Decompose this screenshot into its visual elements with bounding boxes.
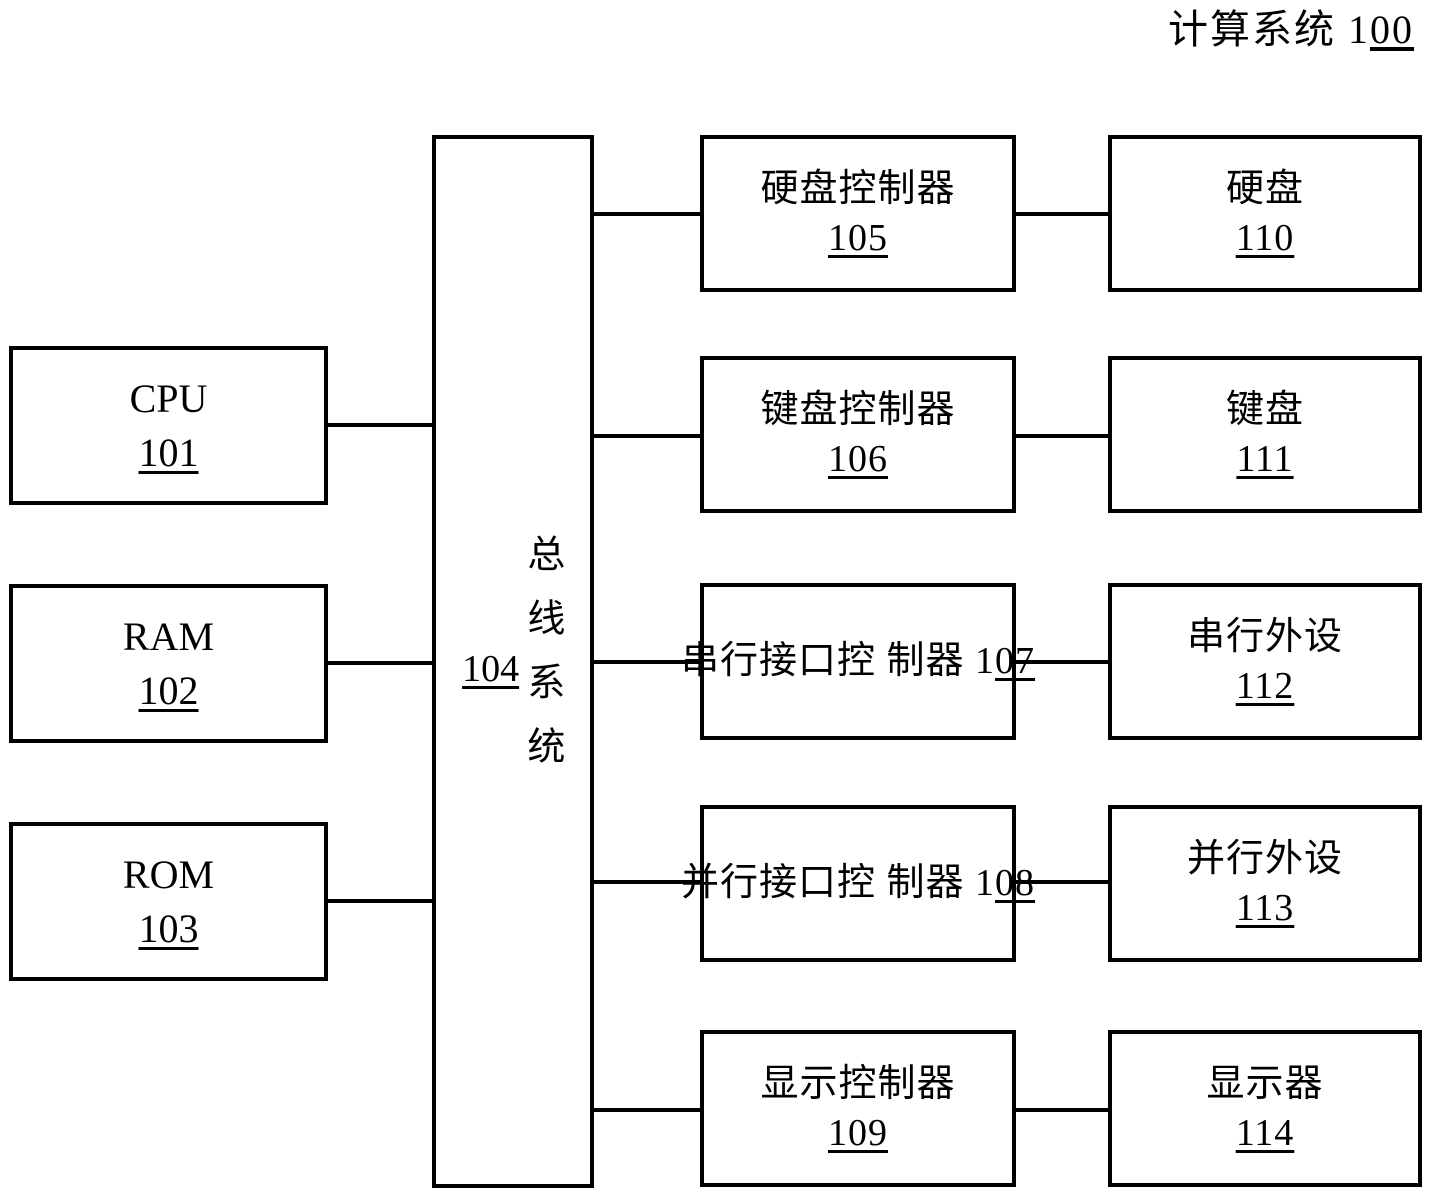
device-label-serial: 串行外设 — [1186, 615, 1343, 658]
cpu-label: CPU — [129, 376, 208, 422]
controller-label-parallel: 并行接口控 制器 108 — [681, 861, 1035, 906]
figure-canvas: 计算系统 100 CPU 101 RAM 102 ROM 103 总线系统 10… — [0, 0, 1432, 1200]
connector-controller-5-to-device-5 — [1014, 1108, 1110, 1112]
connector-rom-to-bus — [326, 899, 436, 903]
device-box-parallel: 并行外设 113 — [1108, 805, 1422, 962]
controller-label-serial: 串行接口控 制器 107 — [681, 639, 1035, 684]
figure-title-text: 计算系统 — [1168, 7, 1348, 52]
cpu-box: CPU 101 — [9, 346, 328, 505]
controller-label-keyboard: 键盘控制器 — [760, 388, 956, 431]
device-id-keyboard: 111 — [1236, 437, 1294, 480]
ram-box: RAM 102 — [9, 584, 328, 743]
controller-label-hard-disk: 硬盘控制器 — [760, 167, 956, 210]
device-id-hard-disk: 110 — [1235, 216, 1295, 259]
rom-label: ROM — [122, 852, 215, 898]
controller-id-display: 109 — [828, 1111, 888, 1154]
bus-system-label: 总线系统 — [520, 533, 563, 790]
device-label-keyboard: 键盘 — [1225, 388, 1304, 431]
device-box-keyboard: 键盘 111 — [1108, 356, 1422, 513]
connector-bus-to-controller-5 — [592, 1108, 702, 1112]
bus-system-id: 104 — [462, 648, 520, 691]
controller-id-hard-disk: 105 — [828, 216, 888, 259]
ram-label: RAM — [122, 614, 215, 660]
connector-controller-1-to-device-1 — [1014, 212, 1110, 216]
rom-box: ROM 103 — [9, 822, 328, 981]
connector-ram-to-bus — [326, 661, 436, 665]
device-label-display: 显示器 — [1206, 1062, 1324, 1105]
ram-id: 102 — [138, 667, 199, 713]
controller-box-serial: 串行接口控 制器 107 — [681, 583, 1034, 740]
figure-title-number: 100 — [1348, 8, 1414, 52]
connector-bus-to-controller-1 — [592, 212, 702, 216]
figure-title: 计算系统 100 — [1168, 8, 1414, 52]
device-label-parallel: 并行外设 — [1186, 837, 1343, 880]
controller-id-serial-prefix: 1 — [975, 640, 996, 683]
connector-controller-2-to-device-2 — [1014, 434, 1110, 438]
device-id-display: 114 — [1235, 1111, 1295, 1154]
controller-id-parallel-prefix: 1 — [975, 862, 996, 905]
rom-id: 103 — [138, 905, 199, 951]
figure-title-number-underlined: 00 — [1370, 7, 1414, 52]
controller-box-parallel: 并行接口控 制器 108 — [681, 805, 1034, 962]
controller-id-keyboard: 106 — [828, 437, 888, 480]
device-box-serial: 串行外设 112 — [1108, 583, 1422, 740]
controller-id-serial: 07 — [995, 640, 1036, 683]
controller-label-display: 显示控制器 — [760, 1062, 956, 1105]
cpu-id: 101 — [138, 429, 199, 475]
bus-system-box: 总线系统 104 — [432, 135, 594, 1188]
controller-box-hard-disk: 硬盘控制器 105 — [700, 135, 1016, 292]
connector-bus-to-controller-2 — [592, 434, 702, 438]
device-id-serial: 112 — [1235, 664, 1295, 707]
controller-box-keyboard: 键盘控制器 106 — [700, 356, 1016, 513]
controller-id-parallel: 08 — [995, 862, 1036, 905]
controller-box-display: 显示控制器 109 — [700, 1030, 1016, 1187]
device-id-parallel: 113 — [1235, 886, 1295, 929]
figure-title-number-prefix: 1 — [1348, 7, 1370, 52]
controller-label-serial-text: 串行接口控 制器 — [681, 640, 976, 683]
device-box-display: 显示器 114 — [1108, 1030, 1422, 1187]
device-label-hard-disk: 硬盘 — [1225, 167, 1304, 210]
connector-cpu-to-bus — [326, 423, 436, 427]
controller-label-parallel-text: 并行接口控 制器 — [681, 862, 976, 905]
device-box-hard-disk: 硬盘 110 — [1108, 135, 1422, 292]
